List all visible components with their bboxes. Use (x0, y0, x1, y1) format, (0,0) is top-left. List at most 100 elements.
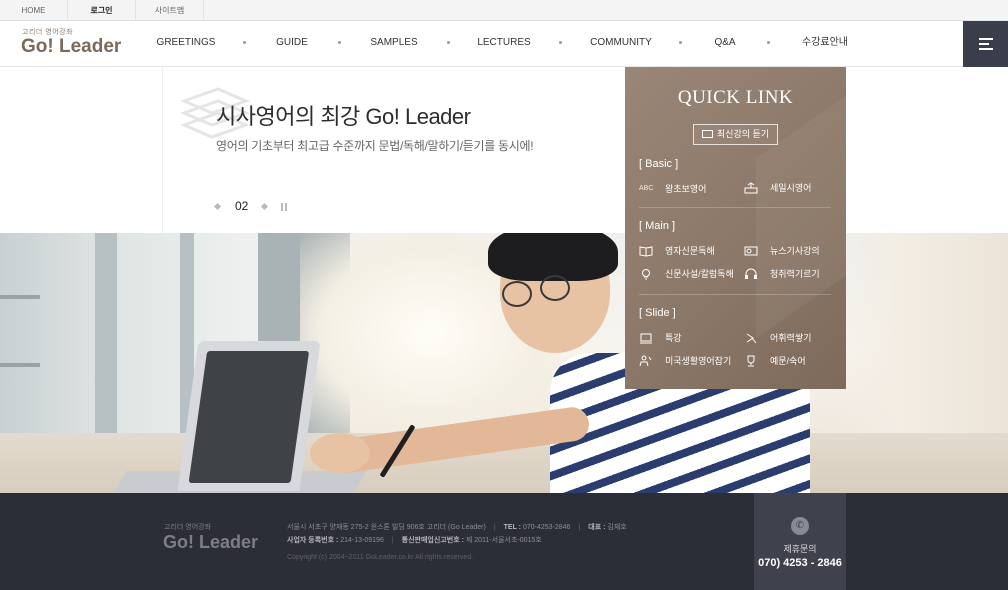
footer-biz-label: 사업자 등록번호 : (287, 537, 341, 544)
site-header: 고리더 영어강좌 Go! Leader GREETINGS GUIDE SAMP… (0, 21, 1008, 67)
utility-bar: HOME 로그인 사이트맵 (0, 0, 1008, 21)
tv-icon (744, 245, 758, 256)
quick-item-label: 미국생활영어잡기 (665, 356, 732, 366)
hero-photo (0, 233, 1008, 493)
footer-tel: 070-4253-2846 (522, 524, 571, 531)
nav-community[interactable]: COMMUNITY (586, 21, 656, 67)
latest-lecture-button[interactable]: 최신강의 듣기 (693, 124, 778, 145)
sitemap-link[interactable]: 사이트맵 (136, 0, 204, 21)
music-icon (744, 332, 758, 344)
quick-item-newspaper[interactable]: 영자신문독해 (639, 244, 739, 258)
nav-greetings[interactable]: GREETINGS (150, 21, 222, 67)
pause-icon[interactable] (281, 203, 287, 211)
photo-laptop (177, 341, 321, 491)
divider (639, 294, 831, 295)
contact-box[interactable]: ✆ 제휴문의 070) 4253 - 2846 (754, 493, 846, 590)
nav-separator (447, 41, 450, 44)
footer-registration-line: 사업자 등록번호 : 214-13-09196 | 통신판매업신고번호 : 제 20… (287, 537, 542, 544)
quick-item-editorial[interactable]: 신문사설/칼럼독해 (639, 267, 744, 281)
footer-logo: Go! Leader (163, 532, 259, 552)
footer-copyright: Copyright (c) 2004~2011 GoLeader.co.kr A… (287, 554, 474, 561)
trophy-icon (744, 355, 758, 367)
hero-title: 시사영어의 최강 Go! Leader (216, 104, 471, 129)
quick-item-label: 예문/숙어 (770, 356, 806, 366)
quick-item-label: 청취력기르기 (770, 269, 820, 279)
prev-slide-button[interactable] (213, 202, 222, 211)
monitor-icon (701, 130, 713, 138)
lightbulb-icon (639, 268, 653, 280)
quick-item-label: 신문사설/칼럼독해 (665, 269, 734, 279)
hamburger-icon-line (979, 43, 989, 45)
nav-lectures[interactable]: LECTURES (470, 21, 538, 67)
nav-separator (243, 41, 246, 44)
open-book-icon (639, 245, 653, 257)
quick-item-listening[interactable]: 청취력기르기 (744, 267, 844, 281)
site-footer: 고리더 영어강좌 Go! Leader 서울시 서초구 양재동 275-2 윈스… (0, 493, 1008, 590)
contact-label: 제휴문의 (783, 544, 817, 554)
nav-separator (559, 41, 562, 44)
quick-item-label: 왕초보영어 (665, 184, 707, 194)
photo-hair (488, 233, 618, 281)
photo-column (95, 233, 117, 453)
login-link[interactable]: 로그인 (68, 0, 136, 21)
quick-item-label: 뉴스기사강의 (770, 246, 820, 256)
footer-mail: 제 2011-서울서초-0015호 (465, 537, 542, 544)
quick-link-title: QUICK LINK (677, 87, 794, 108)
nav-guide[interactable]: GUIDE (262, 21, 322, 67)
slides-icon (639, 332, 653, 344)
photo-laptop-screen (188, 351, 310, 483)
quick-item-label: 어휘력쌓기 (770, 333, 812, 343)
nav-tuition[interactable]: 수강료안내 (792, 21, 858, 67)
quick-item-vocab[interactable]: 어휘력쌓기 (744, 331, 844, 345)
main-nav: GREETINGS GUIDE SAMPLES LECTURES COMMUNI… (150, 21, 870, 67)
menu-button[interactable] (963, 21, 1008, 67)
footer-address-line: 서울시 서초구 양재동 275-2 윈스톤 빌딩 906호 고리더 (Go Le… (287, 524, 627, 531)
nav-separator (767, 41, 770, 44)
quick-item-beginner[interactable]: ABC 왕초보영어 (639, 182, 729, 196)
footer-ceo: 김재호 (607, 524, 627, 531)
hamburger-icon-line (979, 48, 993, 50)
photo-shelf (0, 363, 40, 367)
quick-item-current-events[interactable]: 세일시영어 (744, 181, 834, 195)
section-slide: [ Slide ] (639, 307, 676, 319)
photo-glasses (540, 275, 570, 301)
footer-tel-label: TEL : (503, 524, 523, 531)
nav-separator (338, 41, 341, 44)
quick-link-panel: QUICK LINK 최신강의 듣기 [ Basic ] ABC 왕초보영어 세… (625, 67, 846, 389)
latest-lecture-label: 최신강의 듣기 (716, 129, 770, 139)
divider (639, 207, 831, 208)
nav-samples[interactable]: SAMPLES (362, 21, 426, 67)
contact-number: 070) 4253 - 2846 (758, 557, 842, 569)
quick-item-american-life[interactable]: 미국생활영어잡기 (639, 354, 744, 368)
hero-section: 시사영어의 최강 Go! Leader 영어의 기초부터 최고급 수준까지 문법… (0, 67, 1008, 493)
quick-item-label: 영자신문독해 (665, 246, 715, 256)
phone-icon: ✆ (791, 517, 809, 535)
next-slide-button[interactable] (260, 202, 269, 211)
quick-item-label: 세일시영어 (770, 183, 812, 193)
section-basic: [ Basic ] (639, 158, 679, 170)
quick-item-news[interactable]: 뉴스기사강의 (744, 244, 844, 258)
section-main: [ Main ] (639, 220, 676, 232)
home-link[interactable]: HOME (0, 0, 68, 21)
abc-icon: ABC (639, 185, 654, 192)
photo-hand (310, 433, 370, 473)
footer-address: 서울시 서초구 양재동 275-2 윈스톤 빌딩 906호 고리더 (Go Le… (287, 524, 486, 531)
photo-glasses (502, 281, 532, 307)
headphones-icon (744, 268, 758, 279)
quick-item-special[interactable]: 특강 (639, 331, 739, 345)
site-logo[interactable]: Go! Leader (21, 36, 121, 58)
book-stack-icon (744, 182, 758, 194)
quick-item-label: 특강 (665, 333, 682, 343)
photo-shelf (0, 295, 40, 299)
nav-separator (679, 41, 682, 44)
hamburger-icon (979, 38, 993, 40)
people-icon (639, 355, 653, 367)
footer-ceo-label: 대표 : (588, 524, 608, 531)
nav-qna[interactable]: Q&A (702, 21, 748, 67)
footer-biz: 214-13-09196 (340, 537, 384, 544)
footer-mail-label: 통신판매업신고번호 : (401, 537, 466, 544)
quick-item-idioms[interactable]: 예문/숙어 (744, 354, 844, 368)
footer-logo-subtitle: 고리더 영어강좌 (164, 524, 212, 531)
slide-number: 02 (235, 199, 249, 213)
hero-description: 영어의 기초부터 최고급 수준까지 문법/독해/말하기/듣기를 동시에! (216, 139, 534, 153)
